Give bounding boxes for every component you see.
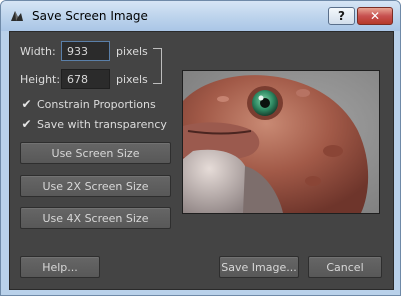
image-preview [182, 70, 380, 214]
toad-preview-image [183, 71, 379, 213]
save-transparency-checkbox[interactable]: ✔ Save with transparency [20, 117, 167, 132]
title-close-button[interactable]: ✕ [357, 7, 393, 25]
use-4x-screen-size-button[interactable]: Use 4X Screen Size [20, 207, 171, 229]
width-field[interactable] [61, 41, 110, 61]
width-label: Width: [20, 45, 56, 58]
app-logo-icon [9, 8, 25, 24]
height-label: Height: [20, 73, 61, 86]
window-title: Save Screen Image [32, 9, 148, 23]
help-button[interactable]: Help... [20, 256, 100, 278]
checkmark-icon: ✔ [21, 97, 32, 111]
constrain-proportions-checkbox[interactable]: ✔ Constrain Proportions [20, 97, 156, 112]
close-icon: ✕ [369, 9, 381, 23]
save-image-button[interactable]: Save Image... [219, 256, 299, 278]
save-transparency-label: Save with transparency [37, 118, 167, 131]
width-units-label: pixels [116, 45, 148, 58]
dialog-body: Width: pixels Height: pixels ✔ Constrain… [9, 31, 394, 290]
height-units-label: pixels [116, 73, 148, 86]
dialog-window: Save Screen Image ? ✕ Width: pixels Heig… [0, 0, 401, 296]
use-screen-size-button[interactable]: Use Screen Size [20, 142, 171, 164]
height-field[interactable] [61, 69, 110, 89]
use-2x-screen-size-button[interactable]: Use 2X Screen Size [20, 175, 171, 197]
title-help-button[interactable]: ? [328, 7, 355, 25]
constrain-proportions-label: Constrain Proportions [37, 98, 156, 111]
checkmark-icon: ✔ [21, 117, 32, 131]
cancel-button[interactable]: Cancel [308, 256, 382, 278]
title-bar[interactable]: Save Screen Image ? ✕ [1, 1, 400, 31]
help-icon: ? [338, 9, 345, 23]
proportion-link-bracket [153, 48, 162, 84]
